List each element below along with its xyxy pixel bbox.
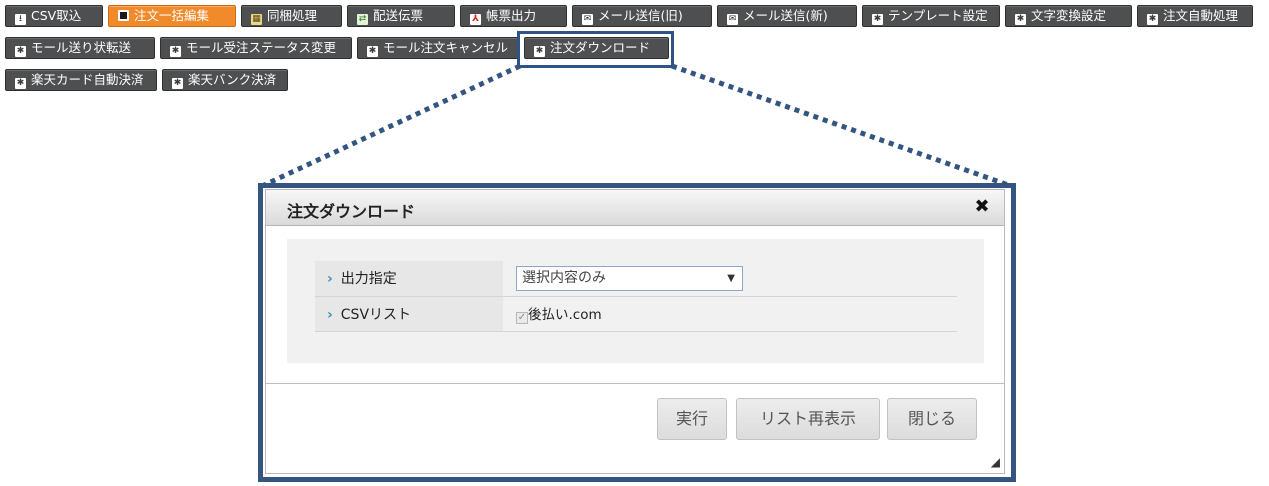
resize-grip-icon[interactable]: ◢: [991, 455, 1000, 469]
csv-checkbox[interactable]: ✓: [516, 312, 528, 324]
output-select-value: 選択内容のみ: [522, 269, 606, 286]
form-row-output: › 出力指定 選択内容のみ ▼: [315, 261, 957, 297]
output-select[interactable]: 選択内容のみ ▼: [516, 265, 743, 291]
field-label-cell: › 出力指定: [315, 261, 503, 297]
field-label-cell: › CSVリスト: [315, 296, 503, 332]
chevron-down-icon: ▼: [727, 272, 735, 284]
close-icon[interactable]: ✖: [972, 197, 992, 217]
chevron-right-icon: ›: [327, 271, 333, 288]
form-row-csv-list: › CSVリスト ✓ 後払い.com: [315, 296, 957, 332]
refresh-list-button[interactable]: リスト再表示: [736, 398, 880, 440]
execute-button[interactable]: 実行: [657, 398, 727, 440]
field-value-cell: 選択内容のみ ▼: [503, 261, 957, 297]
order-download-dialog: 注文ダウンロード ✖ › 出力指定 選択内容のみ ▼ › CSVリスト ✓ 後払…: [265, 189, 1005, 474]
dialog-title: 注文ダウンロード: [287, 202, 416, 221]
csv-option-label: 後払い.com: [528, 307, 602, 323]
csv-list-label: CSVリスト: [340, 306, 412, 323]
output-label: 出力指定: [340, 271, 397, 288]
field-value-cell: ✓ 後払い.com: [503, 296, 957, 332]
close-button[interactable]: 閉じる: [887, 398, 977, 440]
form-table: › 出力指定 選択内容のみ ▼ › CSVリスト ✓ 後払い.com: [315, 261, 957, 332]
dialog-header[interactable]: 注文ダウンロード ✖: [266, 190, 1004, 226]
dialog-divider: [266, 383, 1004, 384]
chevron-right-icon: ›: [327, 306, 333, 323]
dialog-form-panel: › 出力指定 選択内容のみ ▼ › CSVリスト ✓ 後払い.com: [287, 239, 984, 363]
